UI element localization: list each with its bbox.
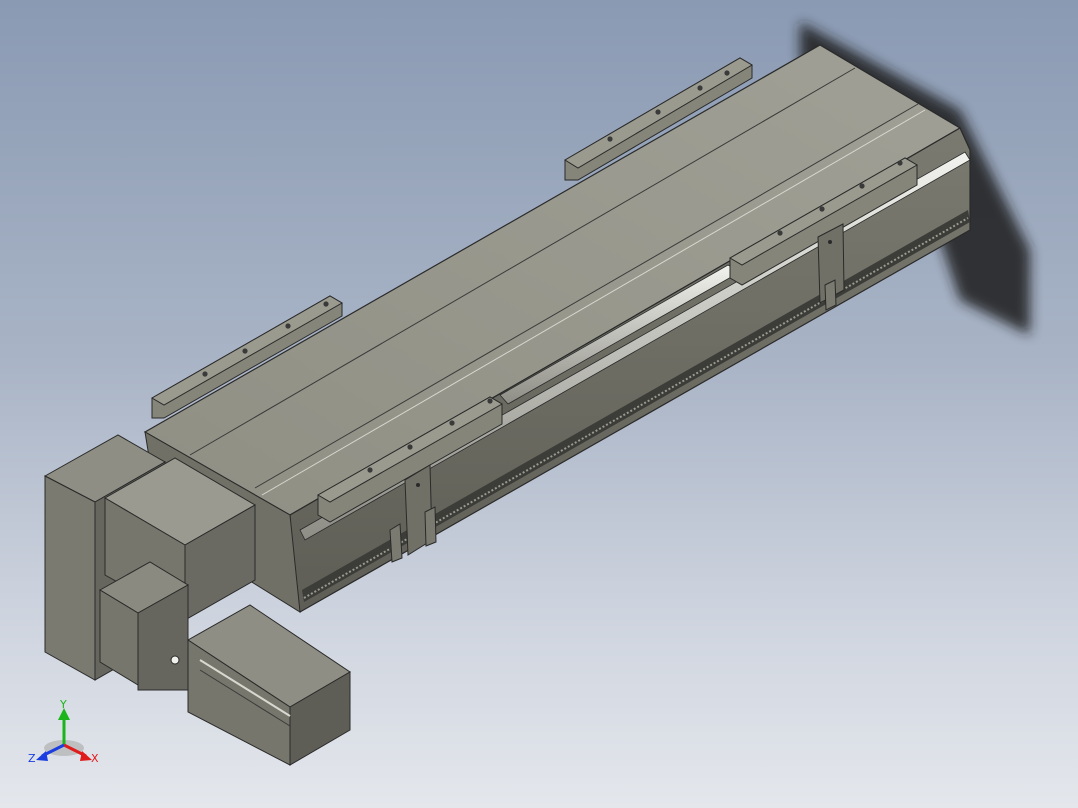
z-axis-arrow	[36, 751, 48, 761]
z-axis-label: Z	[28, 752, 36, 765]
x-axis-label: X	[91, 752, 99, 765]
cad-viewport[interactable]: Y X Z	[0, 0, 1078, 808]
actuator-body[interactable]	[143, 44, 971, 613]
servo-motor[interactable]	[187, 604, 351, 766]
y-axis-label: Y	[59, 698, 67, 711]
linear-actuator-model[interactable]: Y X Z	[0, 0, 1078, 808]
axis-triad: Y X Z	[28, 698, 99, 765]
